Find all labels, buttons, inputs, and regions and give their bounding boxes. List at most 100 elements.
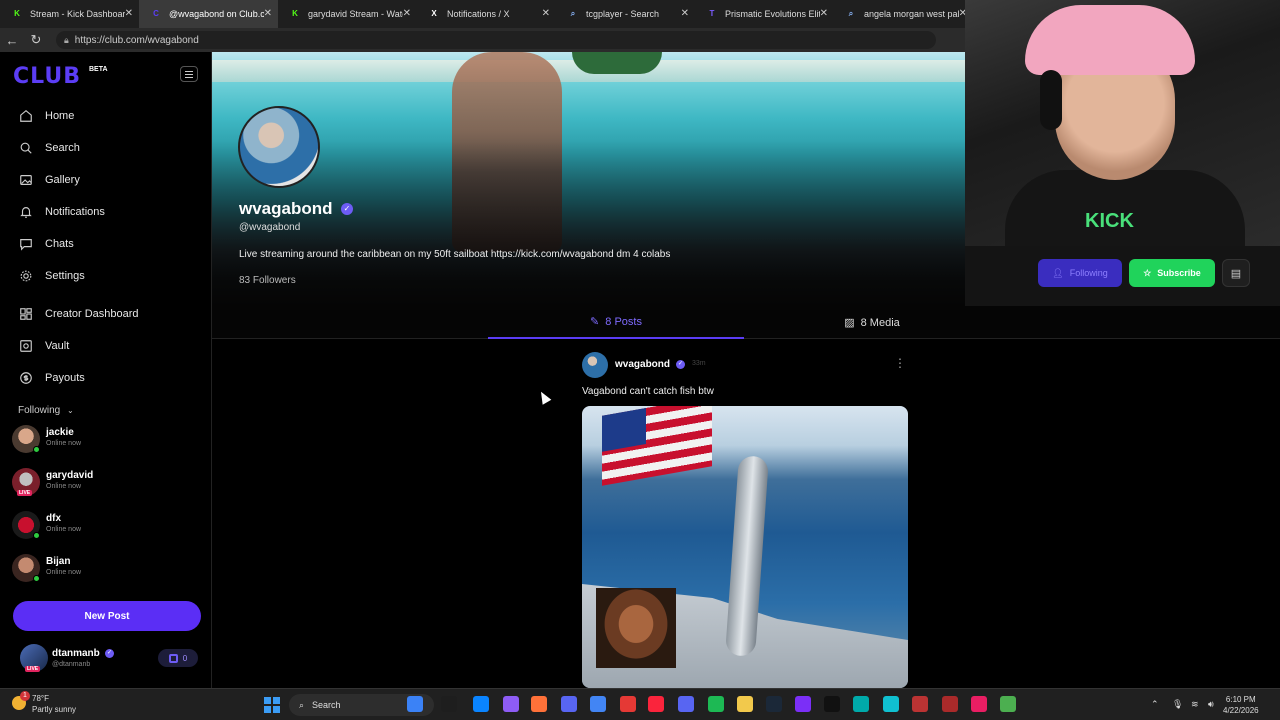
browser-tab-label: angela morgan west pal [864,9,959,19]
url-input[interactable]: 🔒︎ https://club.com/wvagabond [56,31,936,49]
browser-tab[interactable]: C @wvagabond on Club.com✕ [139,0,278,28]
taskbar-app-icon[interactable] [766,696,782,712]
weather-temp: 78°F [32,694,49,703]
browser-tab[interactable]: ⌕ angela morgan west pal ✕ [834,0,973,28]
post-author[interactable]: wvagabond [615,359,670,370]
wifi-icon[interactable]: ≋ [1191,699,1199,710]
taskbar-app-icon[interactable] [737,696,753,712]
close-icon[interactable]: ✕ [820,8,828,20]
club-logo[interactable]: CLUB [13,64,81,89]
taskbar-app-icon[interactable] [971,696,987,712]
close-icon[interactable]: ✕ [125,8,133,20]
taskbar-app-icon[interactable] [561,696,577,712]
taskbar-app-icon[interactable] [473,696,489,712]
taskbar-app-icon[interactable] [503,696,519,712]
back-icon[interactable]: ← [0,28,24,52]
sidebar-item-creator-dashboard[interactable]: Creator Dashboard [18,304,139,324]
online-indicator [33,532,40,539]
lock-icon: 🔒︎ [64,34,69,45]
following-user[interactable]: jackie Online now [12,425,202,455]
browser-tab[interactable]: K Stream - Kick Dashboard ✕ [0,0,139,28]
microphone-icon[interactable]: 🎙︎ [1172,699,1183,710]
followers-count[interactable]: 83 Followers [239,275,296,286]
sidebar-item-notifications[interactable]: Notifications [18,202,105,222]
sidebar-item-gallery[interactable]: Gallery [18,170,80,190]
following-header[interactable]: Following ⌄ [18,405,74,416]
taskbar-app-icon[interactable] [824,696,840,712]
taskbar-app-icon[interactable] [678,696,694,712]
favicon-icon: ⌕ [570,9,576,18]
star-icon: ☆ [1143,267,1152,278]
following-user[interactable]: dfx Online now [12,511,202,541]
current-user[interactable]: LIVE dtanmanb ✓ @dtanmanb 0 [12,642,202,676]
coin-balance[interactable]: 0 [158,649,198,667]
close-icon[interactable]: ✕ [681,8,689,20]
menu-toggle-button[interactable] [180,66,198,82]
tab-media[interactable]: ▨ 8 Media [744,306,1000,339]
sidebar-item-chats[interactable]: Chats [18,234,74,254]
chevron-up-icon[interactable]: ⌃ [1151,699,1159,710]
sidebar-item-vault[interactable]: Vault [18,336,69,356]
reload-icon[interactable]: ↻ [24,28,48,52]
browser-tab[interactable]: X Notifications / X ✕ [417,0,556,28]
taskbar-app-icon[interactable] [1000,696,1016,712]
taskbar-app-icon[interactable] [620,696,636,712]
profile-tabs: ✎ 8 Posts ▨ 8 Media [212,306,1280,339]
taskbar-app-icon[interactable] [883,696,899,712]
sidebar-item-label: Home [45,110,75,122]
taskbar-app-icon[interactable] [853,696,869,712]
following-user-status: Online now [46,569,82,576]
current-user-name: dtanmanb [52,648,100,659]
taskbar-app-icon[interactable] [942,696,958,712]
browser-tab-label: Notifications / X [447,9,510,19]
tab-posts[interactable]: ✎ 8 Posts [488,306,744,339]
browser-tab[interactable]: ⌕ tcgplayer - Search ✕ [556,0,695,28]
following-user[interactable]: LIVE garydavid Online now [12,468,202,498]
taskbar-app-icon[interactable] [531,696,547,712]
following-user-name: Bijan [46,556,71,567]
browser-tab[interactable]: Kgarydavid Stream - Watch Li✕ [278,0,417,28]
sidebar-item-payouts[interactable]: Payouts [18,368,85,388]
taskbar-app-icon[interactable] [912,696,928,712]
close-icon[interactable]: ✕ [264,8,272,20]
home-icon [18,108,34,124]
post-image[interactable] [582,406,908,688]
profile-bio: Live streaming around the caribbean on m… [239,249,671,260]
new-post-button[interactable]: New Post [13,601,201,631]
sidebar-item-label: Creator Dashboard [45,308,139,320]
windows-start-icon[interactable] [264,697,280,713]
subscribe-button[interactable]: ☆ Subscribe [1129,259,1215,287]
avatar[interactable] [582,352,608,378]
message-icon: ▤ [1230,267,1242,280]
taskbar-app-icon[interactable] [407,696,423,712]
favicon-icon: K [292,9,298,18]
close-icon[interactable]: ✕ [403,8,411,20]
taskbar: 1 78°F Partly sunny ⌕ Search ⌃ 🎙︎ ≋ 🔊︎ 6… [0,688,1280,720]
taskbar-app-icon[interactable] [795,696,811,712]
sidebar: CLUB BETA Home Search Gallery Notifications… [0,52,212,688]
sidebar-item-search[interactable]: Search [18,138,80,158]
user-icon: 👤︎ [1052,267,1064,278]
following-button[interactable]: 👤︎ Following [1038,259,1122,287]
gallery-icon [18,172,34,188]
bell-icon [18,204,34,220]
taskbar-app-icon[interactable] [590,696,606,712]
taskbar-app-icon[interactable] [648,696,664,712]
browser-tab[interactable]: T Prismatic Evolutions Elite Tra✕ [695,0,834,28]
sidebar-item-settings[interactable]: Settings [18,266,85,286]
profile-avatar[interactable] [238,106,320,188]
weather-widget[interactable]: 1 78°F Partly sunny [10,691,76,715]
live-badge: LIVE [17,490,33,496]
volume-icon[interactable]: 🔊︎ [1208,699,1214,710]
following-user[interactable]: Bijan Online now [12,554,202,584]
clock[interactable]: 6:10 PM 4/22/2026 [1223,694,1259,716]
taskbar-search-label: Search [312,700,341,710]
sidebar-item-home[interactable]: Home [18,106,74,126]
message-button[interactable]: ▤ [1222,259,1250,287]
online-indicator [33,446,40,453]
profile-name: wvagabond [239,199,333,218]
taskbar-app-icon[interactable] [441,696,457,712]
taskbar-app-icon[interactable] [708,696,724,712]
more-options-icon[interactable]: ⋮ [894,356,906,370]
close-icon[interactable]: ✕ [542,8,550,20]
